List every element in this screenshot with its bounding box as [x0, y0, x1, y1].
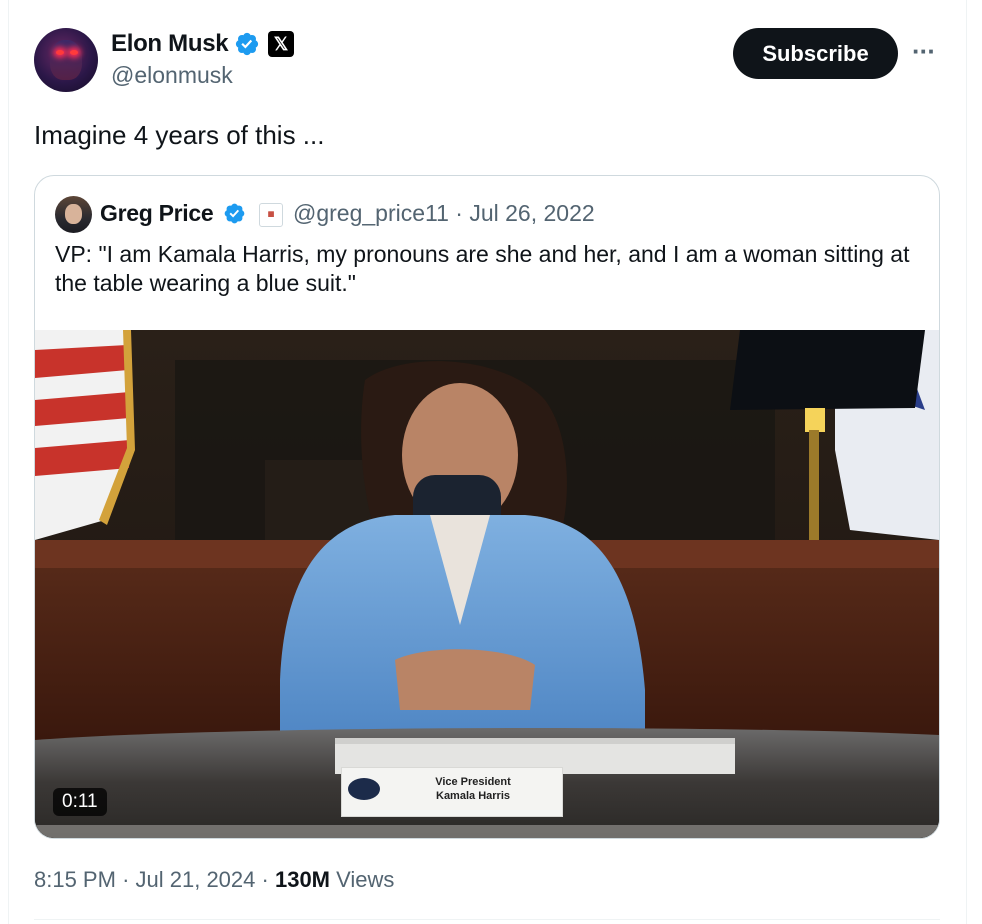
video-duration-badge: 0:11 [53, 788, 107, 816]
video-player[interactable]: Vice President Kamala Harris 0:11 [35, 330, 939, 838]
verified-badge-icon[interactable] [223, 202, 246, 225]
more-options-icon[interactable]: ··· [912, 36, 936, 67]
author-handle[interactable]: @elonmusk [111, 62, 233, 89]
timeline-border-left [8, 0, 9, 924]
seal-icon [348, 778, 380, 800]
quoted-author-avatar[interactable] [55, 196, 92, 233]
avatar-eye-left [56, 50, 64, 55]
timeline-border-right [966, 0, 967, 924]
quoted-tweet-text: VP: "I am Kamala Harris, my pronouns are… [55, 241, 910, 296]
tweet-date[interactable]: Jul 21, 2024 [136, 867, 256, 892]
separator-dot: · [261, 867, 269, 892]
quoted-handle-date[interactable]: @greg_price11 · Jul 26, 2022 [293, 200, 595, 227]
x-logo-icon: 𝕏 [268, 31, 294, 57]
quoted-author-name[interactable]: Greg Price [100, 200, 214, 227]
quoted-tweet-card[interactable]: Greg Price ▦ @greg_price11 · Jul 26, 202… [34, 175, 940, 839]
tweet-text: Imagine 4 years of this ... [34, 120, 325, 150]
subscribe-button[interactable]: Subscribe [733, 28, 898, 79]
nameplate-name: Kamala Harris [436, 790, 510, 802]
affiliation-badge-icon[interactable]: ▦ [259, 203, 283, 227]
avatar-figure [50, 40, 82, 80]
video-frame [35, 330, 939, 838]
tweet-time[interactable]: 8:15 PM [34, 867, 116, 892]
tweet-timestamp: 8:15 PM · Jul 21, 2024 · 130M Views [34, 867, 394, 893]
divider [34, 919, 940, 920]
views-count: 130M [274, 867, 331, 892]
separator-dot: · [122, 867, 130, 892]
nameplate-title: Vice President [435, 776, 511, 788]
author-name[interactable]: Elon Musk [111, 30, 229, 58]
verified-badge-icon[interactable] [234, 31, 260, 57]
avatar-eye-right [70, 50, 78, 55]
author-avatar[interactable] [34, 28, 98, 92]
views-label: Views [336, 867, 395, 892]
nameplate: Vice President Kamala Harris [341, 767, 563, 817]
avatar-face [65, 204, 82, 224]
